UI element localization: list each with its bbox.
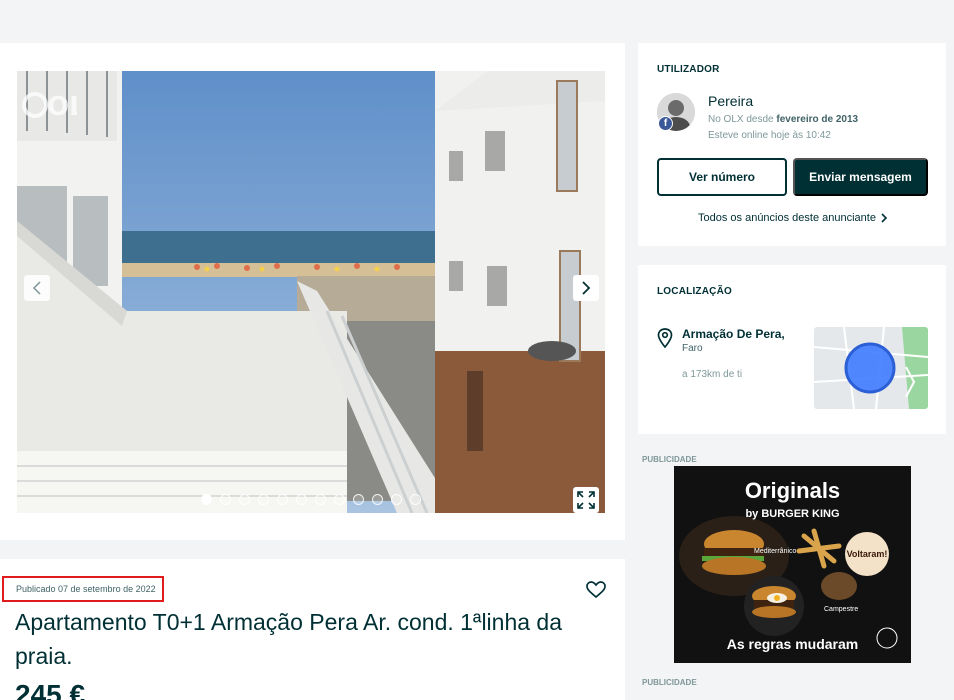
location-map[interactable] xyxy=(814,327,928,409)
chevron-right-icon xyxy=(582,281,591,295)
seller-since-date: fevereiro de 2013 xyxy=(776,114,859,125)
advertising-banner[interactable]: Originals by BURGER KING Voltaram! Medit… xyxy=(674,466,911,663)
location-pin-icon xyxy=(657,328,673,348)
photo-dot[interactable] xyxy=(410,494,421,505)
advertising-label: PUBLICIDADE xyxy=(642,455,697,464)
ad-tagline: As regras mudaram xyxy=(726,636,859,652)
location-city: Armação De Pera, xyxy=(682,327,785,341)
location-region: Faro xyxy=(682,343,703,354)
photo-dot[interactable] xyxy=(372,494,383,505)
expand-icon xyxy=(577,491,595,509)
ad-brand: by BURGER KING xyxy=(745,508,840,520)
all-seller-ads-label: Todos os anúncios deste anunciante xyxy=(698,212,876,224)
photo-pagination-dots xyxy=(201,494,421,505)
previous-photo-button[interactable] xyxy=(24,275,50,301)
photo-dot[interactable] xyxy=(201,494,212,505)
advertising-label: PUBLICIDADE xyxy=(642,678,697,687)
listing-photo[interactable]: OLX xyxy=(17,71,605,513)
location-card: LOCALIZAÇÃO Armação De Pera, Faro a 173k… xyxy=(638,265,946,434)
seller-last-online: Esteve online hoje às 10:42 xyxy=(708,130,831,141)
fullscreen-button[interactable] xyxy=(573,487,599,513)
photo-dot[interactable] xyxy=(315,494,326,505)
show-phone-button[interactable]: Ver número xyxy=(657,158,787,196)
olx-watermark-logo: OLX xyxy=(22,92,77,122)
ad-item-label: Mediterrânico xyxy=(754,548,797,555)
heart-icon xyxy=(586,581,606,599)
listing-title: Apartamento T0+1 Armação Pera Ar. cond. … xyxy=(15,609,563,669)
seller-since: No OLX desde fevereiro de 2013 xyxy=(708,114,858,125)
seller-name[interactable]: Pereira xyxy=(708,93,753,109)
photo-dot[interactable] xyxy=(391,494,402,505)
photo-dot[interactable] xyxy=(296,494,307,505)
seller-since-prefix: No OLX desde xyxy=(708,114,774,125)
photo-dot[interactable] xyxy=(353,494,364,505)
photo-dot[interactable] xyxy=(277,494,288,505)
send-message-button[interactable]: Enviar mensagem xyxy=(793,158,928,196)
ad-badge: Voltaram! xyxy=(845,532,889,576)
listing-details: Publicado 07 de setembro de 2022 Apartam… xyxy=(0,559,625,700)
photo-dot[interactable] xyxy=(220,494,231,505)
photo-gallery: OLX xyxy=(0,43,625,540)
listing-price: 245 € xyxy=(15,679,86,700)
chevron-right-icon xyxy=(881,213,888,223)
photo-dot[interactable] xyxy=(334,494,345,505)
published-date: Publicado 07 de setembro de 2022 xyxy=(2,576,164,602)
facebook-icon: f xyxy=(658,116,673,131)
seller-section-title: UTILIZADOR xyxy=(657,64,720,75)
chevron-left-icon xyxy=(32,281,41,295)
ad-item-label: Campestre xyxy=(824,606,859,613)
watermark-text: OLX xyxy=(47,92,77,122)
location-section-title: LOCALIZAÇÃO xyxy=(657,286,732,297)
seller-card: UTILIZADOR f Pereira No OLX desde fevere… xyxy=(638,43,946,246)
all-seller-ads-link[interactable]: Todos os anúncios deste anunciante xyxy=(698,212,888,224)
next-photo-button[interactable] xyxy=(573,275,599,301)
location-distance: a 173km de ti xyxy=(682,369,743,380)
ad-headline: Originals xyxy=(744,478,841,503)
favorite-button[interactable] xyxy=(586,581,606,604)
photo-dot[interactable] xyxy=(258,494,269,505)
photo-dot[interactable] xyxy=(239,494,250,505)
